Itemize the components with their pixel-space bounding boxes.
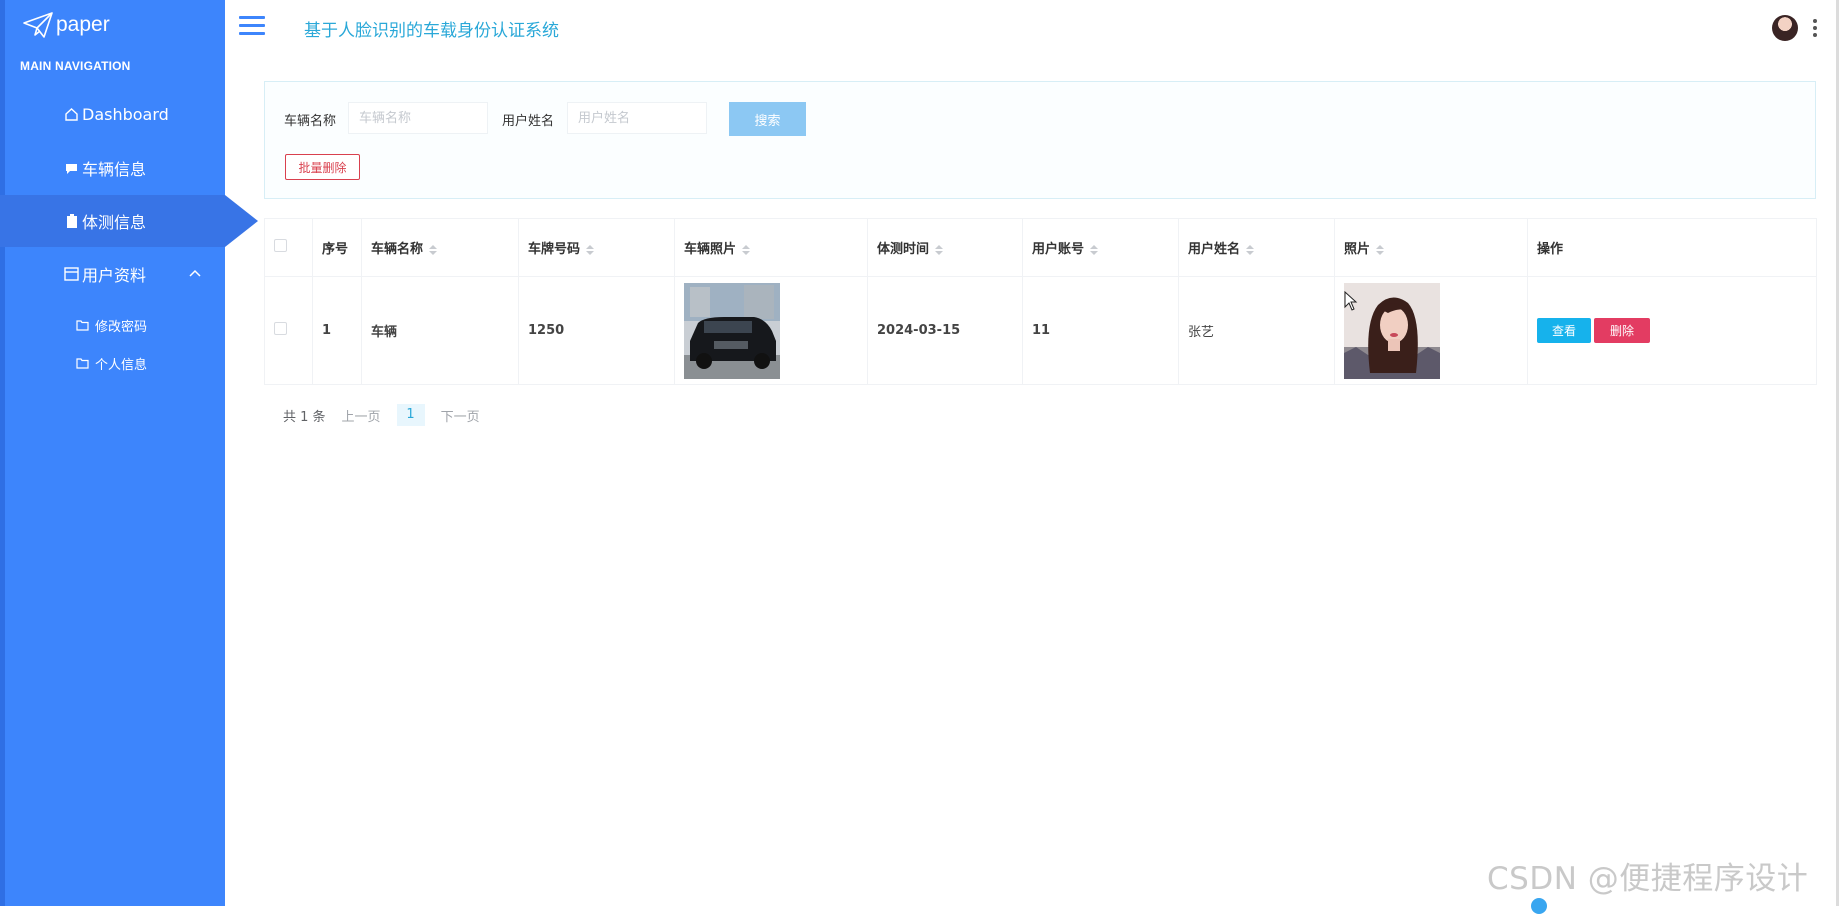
sort-icon[interactable] xyxy=(742,244,751,255)
table-row: 1 车辆 1250 2024-03-15 11 张艺 查看 删除 xyxy=(264,276,1817,385)
table-header-row: 序号 车辆名称 车牌号码 车辆照片 体测时间 用户账号 用户姓名 照片 操作 xyxy=(264,218,1817,277)
column-header[interactable]: 用户姓名 xyxy=(1178,218,1335,277)
folder-icon xyxy=(76,319,89,332)
user-name-label: 用户姓名 xyxy=(502,114,555,129)
user-name-input[interactable] xyxy=(567,102,707,134)
sidebar-item-label: Dashboard xyxy=(82,104,169,124)
more-vertical-icon[interactable] xyxy=(1812,19,1818,39)
folder-icon xyxy=(76,357,89,370)
sort-icon[interactable] xyxy=(429,244,438,255)
cell-user-photo xyxy=(1334,276,1528,385)
next-page-button[interactable]: 下一页 xyxy=(441,406,480,425)
column-header-label: 用户姓名 xyxy=(1188,242,1241,257)
search-panel: 车辆名称 用户姓名 搜索 批量删除 xyxy=(264,81,1816,199)
column-header-label: 照片 xyxy=(1344,242,1371,257)
brand-logo[interactable]: paper xyxy=(22,8,110,42)
column-header[interactable]: 车辆照片 xyxy=(674,218,868,277)
sort-icon[interactable] xyxy=(586,244,595,255)
watermark: CSDN @便捷程序设计 xyxy=(1487,861,1809,897)
sidebar-item-vehicle-info[interactable]: 车辆信息 xyxy=(0,142,225,194)
sidebar-item-label: 车辆信息 xyxy=(82,160,147,179)
cell-account: 11 xyxy=(1022,276,1179,385)
avatar[interactable] xyxy=(1772,15,1798,41)
sidebar-item-label: 体测信息 xyxy=(82,213,147,232)
column-header[interactable]: 车牌号码 xyxy=(518,218,675,277)
sidebar-subitem-label: 个人信息 xyxy=(95,357,148,373)
sidebar-item-label: 用户资料 xyxy=(82,266,147,285)
column-header: 序号 xyxy=(312,218,362,277)
select-all-checkbox[interactable] xyxy=(274,239,287,252)
sort-icon[interactable] xyxy=(1246,244,1255,255)
sidebar: paper MAIN NAVIGATION Dashboard 车辆信息 体测信… xyxy=(0,0,258,906)
column-header-label: 车牌号码 xyxy=(528,242,581,257)
column-header-label: 用户账号 xyxy=(1032,242,1085,257)
cell-plate: 1250 xyxy=(518,276,675,385)
cell-test-time: 2024-03-15 xyxy=(867,276,1023,385)
chevron-up-icon xyxy=(189,269,201,277)
clipboard-icon xyxy=(64,214,79,229)
floating-dot xyxy=(1531,898,1547,914)
column-header-label: 体测时间 xyxy=(877,242,930,257)
nav-section-title: MAIN NAVIGATION xyxy=(20,59,131,73)
sidebar-item-dashboard[interactable]: Dashboard xyxy=(0,88,225,140)
card-icon xyxy=(64,267,79,282)
brand-name: paper xyxy=(56,13,110,36)
sidebar-item-test-info[interactable]: 体测信息 xyxy=(0,195,258,247)
mouse-cursor-icon xyxy=(1344,291,1358,311)
vehicle-name-label: 车辆名称 xyxy=(284,114,337,129)
column-header[interactable]: 体测时间 xyxy=(867,218,1023,277)
cell-vehicle-name: 车辆 xyxy=(361,276,519,385)
column-header[interactable]: 车辆名称 xyxy=(361,218,519,277)
view-button[interactable]: 查看 xyxy=(1537,318,1591,343)
paper-plane-icon xyxy=(23,12,53,38)
sort-icon[interactable] xyxy=(1090,244,1099,255)
sort-icon[interactable] xyxy=(1376,244,1385,255)
app-title: 基于人脸识别的车载身份认证系统 xyxy=(304,21,559,41)
search-button[interactable]: 搜索 xyxy=(729,102,806,136)
column-header[interactable]: 照片 xyxy=(1334,218,1528,277)
page-number[interactable]: 1 xyxy=(396,404,425,426)
user-photo[interactable] xyxy=(1344,282,1440,379)
sidebar-subitem-change-password[interactable]: 修改密码 xyxy=(0,310,225,340)
sort-icon[interactable] xyxy=(935,244,944,255)
sidebar-subitem-personal-info[interactable]: 个人信息 xyxy=(0,348,225,378)
vehicle-name-input[interactable] xyxy=(348,102,488,134)
data-table: 序号 车辆名称 车牌号码 车辆照片 体测时间 用户账号 用户姓名 照片 操作 1… xyxy=(264,218,1817,385)
pagination: 共 1 条 上一页 1 下一页 xyxy=(283,404,480,426)
sidebar-item-user-profile[interactable]: 用户资料 xyxy=(0,248,225,300)
column-header-label: 车辆照片 xyxy=(684,242,737,257)
column-header[interactable]: 用户账号 xyxy=(1022,218,1179,277)
cell-user-name: 张艺 xyxy=(1178,276,1335,385)
pagination-total: 共 1 条 xyxy=(283,409,326,425)
batch-delete-button[interactable]: 批量删除 xyxy=(285,154,360,180)
comment-icon xyxy=(64,161,79,176)
menu-toggle-icon[interactable] xyxy=(239,16,265,38)
cell-vehicle-photo xyxy=(674,276,868,385)
row-checkbox[interactable] xyxy=(274,322,287,335)
column-header: 操作 xyxy=(1527,218,1817,277)
home-icon xyxy=(64,107,79,122)
delete-button[interactable]: 删除 xyxy=(1594,318,1650,343)
vehicle-photo[interactable] xyxy=(684,282,780,379)
cell-index: 1 xyxy=(312,276,362,385)
column-header-label: 车辆名称 xyxy=(371,242,424,257)
cell-actions: 查看 删除 xyxy=(1527,276,1817,385)
sidebar-subitem-label: 修改密码 xyxy=(95,319,148,335)
prev-page-button[interactable]: 上一页 xyxy=(342,406,381,425)
